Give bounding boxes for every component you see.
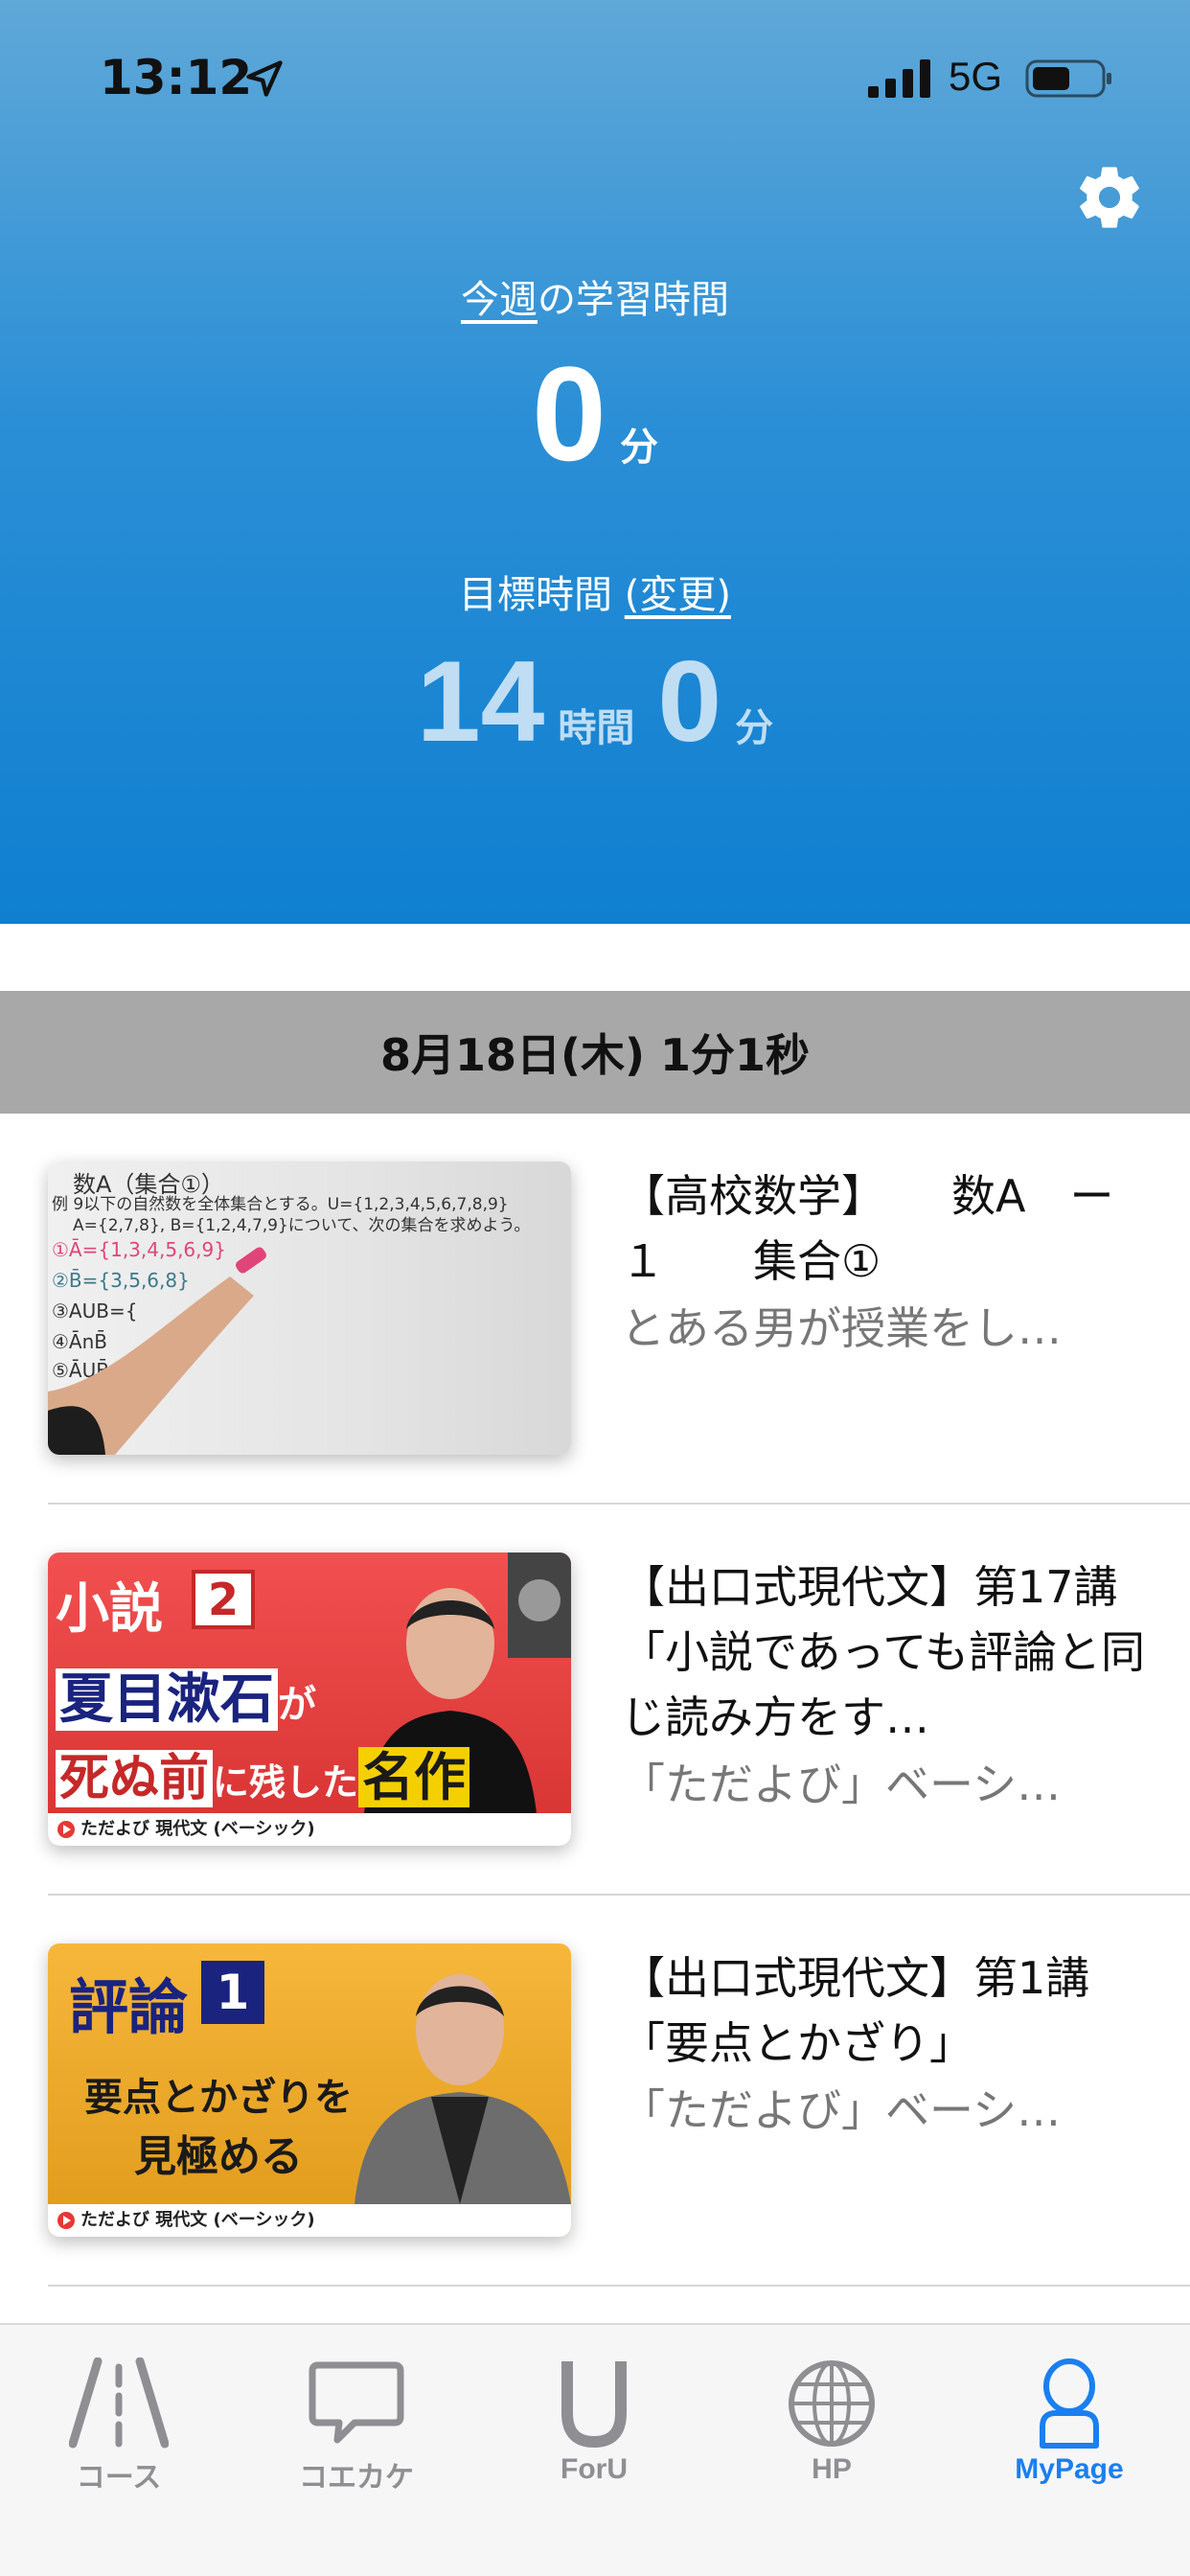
video-subtitle: 「ただよび」ベーシ… bbox=[621, 2084, 1062, 2136]
list-item[interactable]: 評論 1 要点とかざりを 見極める ただよび 現代文 (ベーシック) 【出口式現… bbox=[0, 1896, 1190, 2287]
battery-icon bbox=[1025, 59, 1111, 98]
u-letter-icon bbox=[561, 2361, 627, 2449]
thumb-footer: ただよび 現代文 (ベーシック) bbox=[48, 2204, 571, 2237]
person-icon bbox=[1040, 2358, 1099, 2449]
tab-label: MyPage bbox=[1015, 2453, 1124, 2485]
goal-time-value: 14 時間 0 分 bbox=[0, 644, 1190, 759]
status-time: 13:12 bbox=[100, 50, 253, 105]
tab-mypage[interactable]: MyPage bbox=[950, 2342, 1188, 2486]
thumb-text: に残した bbox=[213, 1761, 359, 1804]
thumb-text: 名作 bbox=[358, 1747, 470, 1807]
thumb-footer: ただよび 現代文 (ベーシック) bbox=[48, 1813, 571, 1846]
list-item[interactable]: 小説 2 夏目漱石が 死ぬ前 に残した名作 ただよび 現代文 (ベーシック) 【出… bbox=[0, 1505, 1190, 1896]
thumb-brand: ただよび bbox=[80, 2210, 149, 2230]
goal-minutes: 0 bbox=[657, 637, 722, 766]
goal-hours: 14 bbox=[416, 637, 545, 766]
status-bar: 13:12 5G bbox=[0, 0, 1190, 153]
video-title: 【出口式現代文】第17講「小説であっても評論と同じ読み方をす… bbox=[621, 1561, 1145, 1743]
watched-video-list: 数A（集合①） 例 9以下の自然数を全体集合とする。U={1,2,3,4,5,6… bbox=[0, 1114, 1190, 2287]
weekly-study-time-label: 今週の学習時間 bbox=[0, 268, 1190, 324]
weekly-study-time-value: 0分 bbox=[0, 347, 1190, 481]
location-arrow-icon bbox=[246, 60, 283, 97]
minute-unit: 分 bbox=[619, 426, 658, 470]
thumb-number: 2 bbox=[192, 1570, 255, 1629]
tab-foru[interactable]: ForU bbox=[475, 2342, 713, 2486]
video-subtitle: とある男が授業をし… bbox=[621, 1302, 1062, 1354]
cellular-signal-icon bbox=[868, 59, 930, 98]
network-type: 5G bbox=[949, 54, 1003, 99]
tab-koekake[interactable]: コエカケ bbox=[238, 2342, 475, 2494]
speech-bubble-icon bbox=[309, 2361, 404, 2444]
tab-course[interactable]: コース bbox=[0, 2342, 238, 2494]
goal-change-link[interactable]: (変更) bbox=[625, 573, 731, 617]
video-title: 【高校数学】 数A ー１ 集合① bbox=[621, 1170, 1114, 1287]
goal-label-text: 目標時間 bbox=[459, 573, 613, 617]
video-thumbnail[interactable]: 評論 1 要点とかざりを 見極める ただよび 現代文 (ベーシック) bbox=[48, 1944, 571, 2237]
thumb-tag: 評論 bbox=[69, 1972, 189, 2042]
gear-icon[interactable] bbox=[1073, 161, 1146, 234]
video-thumbnail[interactable]: 小説 2 夏目漱石が 死ぬ前 に残した名作 ただよび 現代文 (ベーシック) bbox=[48, 1552, 571, 1846]
video-thumbnail[interactable]: 数A（集合①） 例 9以下の自然数を全体集合とする。U={1,2,3,4,5,6… bbox=[48, 1162, 571, 1455]
goal-time-label: 目標時間 (変更) bbox=[0, 564, 1190, 619]
tab-hp[interactable]: HP bbox=[713, 2342, 950, 2486]
thumb-text: 死ぬ前 bbox=[56, 1750, 214, 1807]
tab-label: HP bbox=[812, 2453, 852, 2485]
thumb-text: 要点とかざりを bbox=[84, 2076, 353, 2120]
week-label-text: の学習時間 bbox=[538, 278, 729, 322]
thumb-number: 1 bbox=[201, 1961, 264, 2024]
thumb-text: 見極める bbox=[134, 2132, 303, 2181]
presenter-arm-image bbox=[48, 1247, 266, 1455]
week-minutes: 0 bbox=[532, 338, 606, 489]
play-icon bbox=[57, 1821, 75, 1838]
road-icon bbox=[69, 2358, 169, 2449]
thumb-brand: ただよび bbox=[80, 1819, 149, 1839]
list-item[interactable]: 数A（集合①） 例 9以下の自然数を全体集合とする。U={1,2,3,4,5,6… bbox=[0, 1114, 1190, 1505]
thumb-footer-text: 現代文 (ベーシック) bbox=[155, 2210, 315, 2230]
globe-icon bbox=[789, 2360, 875, 2447]
lecturer-photo bbox=[355, 1974, 571, 2204]
tab-label: コース bbox=[76, 2462, 162, 2494]
study-time-header: 13:12 5G 今週の学習時間 0分 目標時間 (変更) 14 時間 0 分 bbox=[0, 0, 1190, 924]
video-subtitle: 「ただよび」ベーシ… bbox=[621, 1759, 1062, 1810]
thumb-text: 夏目漱石 bbox=[56, 1668, 278, 1731]
thumb-footer-text: 現代文 (ベーシック) bbox=[155, 1819, 315, 1839]
tab-label: ForU bbox=[561, 2453, 628, 2485]
this-week-link[interactable]: 今週 bbox=[461, 278, 538, 322]
divider bbox=[48, 2285, 1190, 2287]
thumb-text: が bbox=[278, 1683, 316, 1727]
video-title: 【出口式現代文】第1講「要点とかざり」 bbox=[621, 1952, 1090, 2069]
thumb-tag: 小説 bbox=[56, 1578, 163, 1641]
hour-unit: 時間 bbox=[558, 706, 635, 750]
tab-label: コエカケ bbox=[299, 2462, 414, 2494]
play-icon bbox=[57, 2212, 75, 2229]
goal-minute-unit: 分 bbox=[735, 706, 774, 750]
tab-bar: コース コエカケ ForU HP MyPage bbox=[0, 2323, 1190, 2576]
study-date-header: 8月18日(木) 1分1秒 bbox=[0, 991, 1190, 1114]
